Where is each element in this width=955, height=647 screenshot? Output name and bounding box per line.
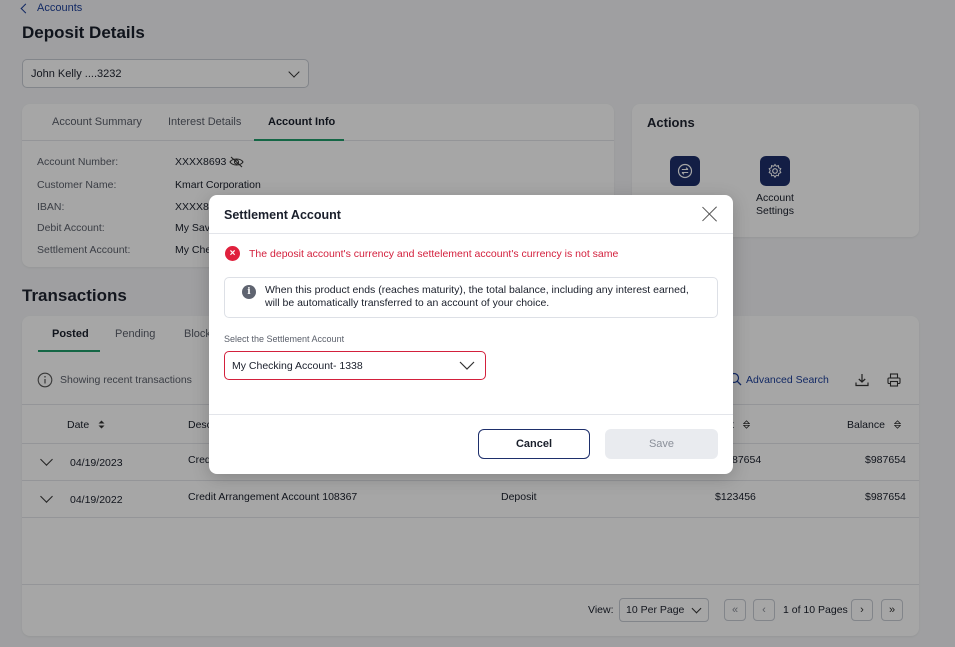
modal-title: Settlement Account <box>224 208 341 222</box>
maturity-info-text: When this product ends (reaches maturity… <box>265 284 689 309</box>
settlement-account-modal: Settlement Account × The deposit account… <box>209 195 733 474</box>
modal-footer-divider <box>209 414 733 415</box>
maturity-info-note: i When this product ends (reaches maturi… <box>224 277 718 318</box>
settlement-account-select[interactable]: My Checking Account- 1338 <box>224 351 486 380</box>
save-button[interactable]: Save <box>605 429 718 459</box>
deposit-details-page: Accounts Deposit Details John Kelly ....… <box>0 0 955 647</box>
settlement-select-value: My Checking Account- 1338 <box>232 359 363 372</box>
modal-header-divider <box>209 233 733 234</box>
cancel-button[interactable]: Cancel <box>478 429 590 459</box>
chevron-down-icon <box>459 361 475 370</box>
settlement-select-label: Select the Settlement Account <box>224 334 345 344</box>
error-text: The deposit account's currency and sette… <box>249 247 619 260</box>
currency-error-message: × The deposit account's currency and set… <box>225 246 618 261</box>
close-icon[interactable] <box>702 206 718 222</box>
error-icon: × <box>225 246 240 261</box>
info-icon: i <box>242 285 256 299</box>
